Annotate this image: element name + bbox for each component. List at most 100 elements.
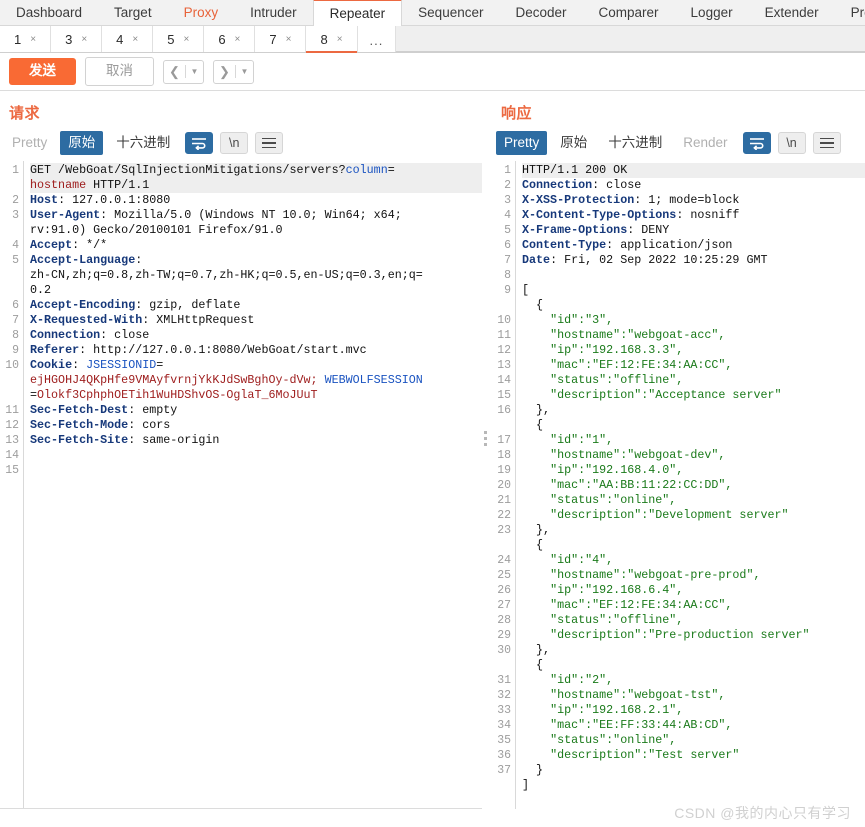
repeater-tab-7[interactable]: 7 ×	[255, 26, 307, 52]
request-response-panes: 请求 Pretty 原始 十六进制 \n 1 2 3 4 5 6 7 8 9 10 11 12 13 14 15 …	[0, 91, 865, 809]
repeater-tab-3[interactable]: 3 ×	[51, 26, 103, 52]
send-button[interactable]: 发送	[9, 58, 76, 85]
response-code-line: "ip":"192.168.4.0",	[522, 463, 865, 478]
repeater-tab-4[interactable]: 4 ×	[102, 26, 154, 52]
response-code-line: "id":"1",	[522, 433, 865, 448]
response-code-line: }	[522, 763, 865, 778]
main-tab-proxy[interactable]: Proxy	[167, 0, 235, 25]
close-icon[interactable]: ×	[337, 34, 343, 45]
response-editor[interactable]: 1 2 3 4 5 6 7 8 9 10 11 12 13 14 15 16 17 18 19 20 21 22 23 24 2…	[492, 161, 865, 809]
response-view-原始[interactable]: 原始	[552, 131, 595, 155]
repeater-tab-label: 7	[269, 31, 277, 47]
response-code-token: {	[522, 418, 544, 433]
response-code-line: },	[522, 643, 865, 658]
response-view-pretty[interactable]: Pretty	[496, 131, 548, 156]
request-line-number: 11	[5, 404, 19, 418]
response-line-number: 35	[497, 734, 511, 748]
request-code[interactable]: GET /WebGoat/SqlInjectionMitigations/ser…	[24, 161, 482, 809]
request-wrap-lines-icon[interactable]	[185, 132, 214, 155]
response-code-line: {	[522, 538, 865, 553]
response-code-line: "status":"offline",	[522, 613, 865, 628]
request-view-pretty[interactable]: Pretty	[4, 131, 55, 155]
repeater-tab-8[interactable]: 8 ×	[306, 26, 358, 53]
request-code-token: :	[135, 253, 143, 268]
request-pane: 请求 Pretty 原始 十六进制 \n 1 2 3 4 5 6 7 8 9 10 11 12 13 14 15 …	[0, 91, 482, 809]
request-line-number: 10	[5, 359, 19, 373]
main-tab-pro[interactable]: Pro	[834, 0, 865, 25]
response-code-token: "description":"Test server"	[522, 748, 740, 763]
response-code[interactable]: HTTP/1.1 200 OK Connection: close X-XSS-Pr…	[516, 161, 865, 809]
response-code-line: "description":"Acceptance server"	[522, 388, 865, 403]
response-code-line: X-Frame-Options: DENY	[522, 223, 865, 238]
response-code-token: Content-Type	[522, 238, 607, 253]
response-line-number	[492, 658, 511, 673]
request-code-token: Sec-Fetch-Dest	[30, 403, 129, 418]
response-code-token: "mac":"EF:12:FE:34:AA:CC",	[522, 598, 733, 613]
response-code-token: : close	[592, 178, 642, 193]
repeater-tab-1[interactable]: 1 ×	[0, 26, 52, 52]
main-tab-decoder[interactable]: Decoder	[499, 0, 583, 25]
forward-history-button[interactable]: ❯ ▼	[213, 59, 254, 84]
repeater-tab-6[interactable]: 6 ×	[204, 26, 256, 52]
request-code-token: 0.2	[30, 283, 52, 298]
request-line-number: 13	[5, 434, 19, 448]
response-code-token: [	[522, 283, 530, 298]
close-icon[interactable]: ×	[286, 34, 292, 45]
request-code-token: Accept-Language	[30, 253, 136, 268]
main-tab-intruder[interactable]: Intruder	[234, 0, 313, 25]
pane-splitter[interactable]	[482, 91, 492, 809]
request-code-token: : empty	[128, 403, 178, 418]
request-line-number	[0, 268, 19, 283]
repeater-tab-overflow[interactable]: ...	[357, 26, 397, 52]
request-code-token: ejHGOHJ4QKpHfe9VMAyfvrnjYkKJdSwBghOy-dVw…	[30, 373, 318, 388]
main-tab-dashboard[interactable]: Dashboard	[0, 0, 99, 25]
request-code-token: : 127.0.0.1:8080	[58, 193, 171, 208]
response-line-number: 9	[504, 284, 511, 298]
close-icon[interactable]: ×	[183, 34, 189, 45]
request-line-number	[0, 283, 19, 298]
close-icon[interactable]: ×	[132, 34, 138, 45]
request-code-line: X-Requested-With: XMLHttpRequest	[30, 313, 482, 328]
request-view-十六进制[interactable]: 十六进制	[108, 131, 178, 155]
repeater-tab-5[interactable]: 5 ×	[153, 26, 205, 52]
main-tab-target[interactable]: Target	[98, 0, 168, 25]
main-tab-repeater[interactable]: Repeater	[312, 0, 403, 26]
repeater-tab-label: 6	[218, 31, 226, 47]
request-menu-button[interactable]	[255, 132, 284, 155]
response-code-token: "ip":"192.168.6.4",	[522, 583, 684, 598]
response-code-token: "id":"2",	[522, 673, 614, 688]
main-tab-comparer[interactable]: Comparer	[582, 0, 675, 25]
chevron-right-icon: ❯	[219, 63, 230, 79]
response-view-render[interactable]: Render	[675, 131, 735, 155]
response-newline-toggle[interactable]: \n	[777, 132, 806, 155]
response-line-number: 32	[497, 689, 511, 703]
close-icon[interactable]: ×	[30, 34, 36, 45]
request-code-token	[318, 373, 325, 387]
back-history-button[interactable]: ❮ ▼	[163, 59, 204, 84]
main-tab-sequencer[interactable]: Sequencer	[402, 0, 500, 25]
response-code-line: "ip":"192.168.3.3",	[522, 343, 865, 358]
request-code-token: Sec-Fetch-Mode	[30, 418, 129, 433]
close-icon[interactable]: ×	[81, 34, 87, 45]
response-code-line: ]	[522, 778, 865, 793]
request-line-number: 3	[12, 209, 19, 223]
request-code-line: User-Agent: Mozilla/5.0 (Windows NT 10.0…	[30, 208, 482, 223]
response-wrap-lines-icon[interactable]	[742, 132, 771, 155]
main-tab-extender[interactable]: Extender	[748, 0, 835, 25]
main-tab-logger[interactable]: Logger	[674, 0, 749, 25]
response-menu-button[interactable]	[812, 132, 841, 155]
response-code-token: "ip":"192.168.2.1",	[522, 703, 684, 718]
response-code-line: "description":"Development server"	[522, 508, 865, 523]
request-code-token: =	[30, 388, 38, 403]
response-line-number: 21	[497, 494, 511, 508]
response-view-十六进制[interactable]: 十六进制	[600, 131, 670, 155]
chevron-down-icon: ▼	[240, 67, 249, 76]
close-icon[interactable]: ×	[235, 34, 241, 45]
response-line-numbers: 1 2 3 4 5 6 7 8 9 10 11 12 13 14 15 16 17 18 19 20 21 22 23 24 2…	[492, 161, 516, 809]
request-editor[interactable]: 1 2 3 4 5 6 7 8 9 10 11 12 13 14 15 GET /WebGoat/SqlIn…	[0, 161, 482, 809]
request-view-原始[interactable]: 原始	[60, 131, 104, 156]
request-pane-title: 请求	[9, 105, 41, 122]
request-newline-toggle[interactable]: \n	[220, 132, 249, 155]
cancel-button[interactable]: 取消	[85, 57, 154, 86]
response-code-line: "hostname":"webgoat-tst",	[522, 688, 865, 703]
